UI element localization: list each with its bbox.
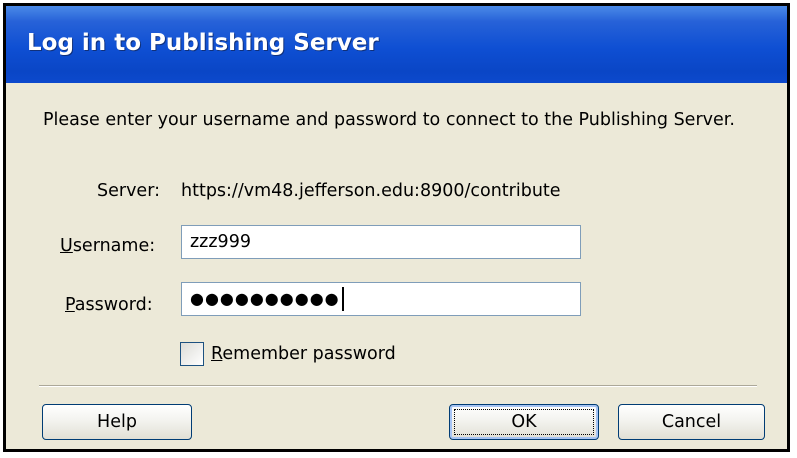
- ok-button-label: OK: [453, 408, 595, 436]
- username-label-mnemonic: U: [60, 236, 73, 256]
- password-field[interactable]: ●●●●●●●●●●: [181, 282, 581, 316]
- login-dialog: Log in to Publishing Server Please enter…: [3, 3, 790, 452]
- title-bar[interactable]: Log in to Publishing Server: [6, 6, 787, 83]
- ok-button[interactable]: OK: [449, 404, 599, 440]
- username-label: Username:: [60, 236, 155, 256]
- server-label: Server:: [97, 181, 160, 201]
- password-label-mnemonic: P: [65, 295, 75, 315]
- help-button-label: Help: [97, 412, 137, 432]
- cancel-button-label: Cancel: [661, 412, 722, 432]
- username-field[interactable]: zzz999: [181, 225, 581, 259]
- password-label: Password:: [65, 295, 153, 315]
- password-label-rest: assword:: [74, 295, 153, 315]
- username-value: zzz999: [190, 232, 251, 252]
- help-button[interactable]: Help: [42, 404, 192, 440]
- remember-label-rest: emember password: [222, 344, 396, 364]
- dialog-title: Log in to Publishing Server: [27, 30, 379, 56]
- text-caret: [341, 287, 344, 311]
- cancel-button[interactable]: Cancel: [618, 404, 765, 440]
- password-value: ●●●●●●●●●●: [190, 289, 340, 308]
- remember-label-mnemonic: R: [211, 344, 223, 364]
- remember-password-label[interactable]: Remember password: [211, 344, 396, 364]
- server-url: https://vm48.jefferson.edu:8900/contribu…: [181, 181, 561, 201]
- divider: [39, 385, 757, 387]
- remember-password-checkbox[interactable]: [180, 342, 204, 366]
- username-label-rest: sername:: [72, 236, 156, 256]
- prompt-text: Please enter your username and password …: [43, 110, 735, 130]
